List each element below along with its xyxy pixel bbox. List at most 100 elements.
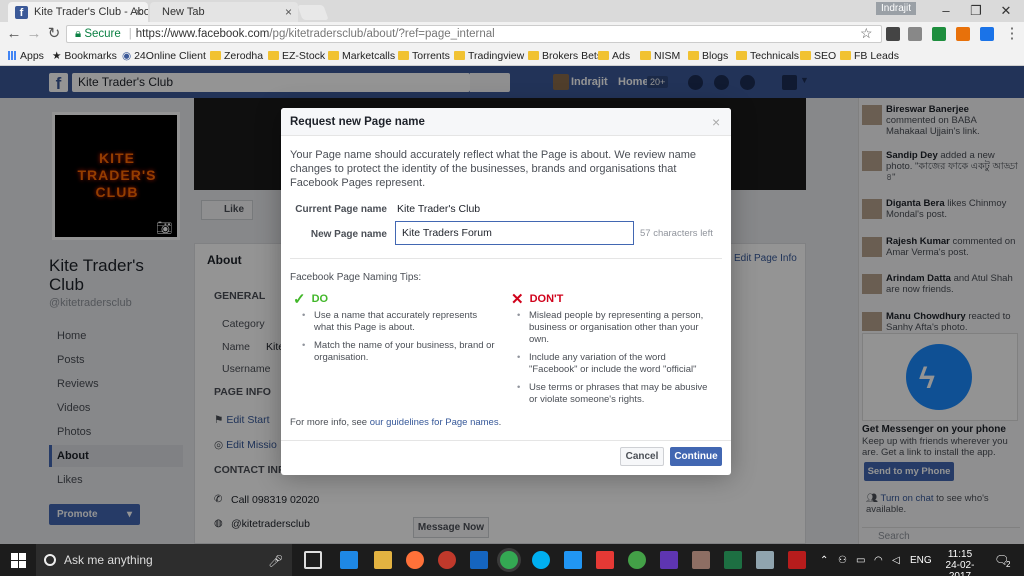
filezilla-icon[interactable] [788, 551, 806, 569]
skype-icon[interactable] [532, 551, 550, 569]
app-icon-blue[interactable] [564, 551, 582, 569]
more-info-text: For more info, see our guidelines for Pa… [290, 417, 502, 428]
close-window-icon[interactable]: ✕ [992, 1, 1020, 21]
extension-shield-icon[interactable] [932, 27, 946, 41]
dont-tip: Use terms or phrases that may be abusive… [516, 382, 714, 406]
do-tip: Match the name of your business, brand o… [301, 340, 499, 364]
extension-info-icon[interactable] [980, 27, 994, 41]
folder-icon [736, 51, 747, 60]
new-page-name-input[interactable] [395, 221, 634, 245]
notepad-icon[interactable] [756, 551, 774, 569]
facebook-favicon-icon: f [15, 6, 28, 19]
file-explorer-icon[interactable] [374, 551, 392, 569]
task-view-icon[interactable] [304, 551, 322, 569]
notification-count: 2 [1006, 560, 1011, 569]
guidelines-link[interactable]: our guidelines for Page names [370, 417, 499, 428]
wifi-icon[interactable]: ◠ [874, 555, 883, 566]
taskbar-clock[interactable]: 11:1524-02-2017 [938, 549, 982, 576]
bookmark-ads[interactable]: Ads [598, 50, 630, 62]
extension-chart-icon[interactable] [908, 27, 922, 41]
language-indicator[interactable]: ENG [910, 555, 932, 566]
star-icon: ★ [52, 50, 65, 62]
apps-grid-icon [8, 51, 17, 60]
volume-icon[interactable]: ◁ [892, 555, 900, 566]
new-name-label: New Page name [310, 229, 387, 240]
globe-icon: ◉ [122, 50, 135, 62]
dialog-intro: Your Page name should accurately reflect… [290, 149, 697, 189]
cross-icon: ✕ [511, 291, 524, 308]
restore-icon[interactable]: ❐ [962, 1, 990, 21]
browser-menu-icon[interactable]: ⋮ [1002, 24, 1022, 44]
folder-icon [398, 51, 409, 60]
bookmark-torrents[interactable]: Torrents [398, 50, 450, 62]
folder-icon [800, 51, 811, 60]
app-icon-triangle[interactable] [596, 551, 614, 569]
folder-icon [210, 51, 221, 60]
new-tab-button[interactable] [297, 5, 329, 20]
bookmark-apps[interactable]: Apps [8, 50, 44, 62]
app-icon-purple[interactable] [660, 551, 678, 569]
dont-tip: Mislead people by representing a person,… [516, 310, 714, 346]
tray-chevron-icon[interactable]: ⌃ [820, 555, 828, 566]
folder-icon [268, 51, 279, 60]
back-icon[interactable]: ← [4, 24, 24, 44]
edge-icon[interactable] [340, 551, 358, 569]
current-name-value: Kite Trader's Club [397, 203, 481, 215]
folder-icon [598, 51, 609, 60]
cortana-icon [44, 554, 56, 566]
checkmark-icon: ✓ [293, 291, 306, 308]
battery-icon[interactable]: ▭ [856, 555, 865, 566]
bookmark-blogs[interactable]: Blogs [688, 50, 728, 62]
characters-left: 57 characters left [640, 228, 713, 239]
folder-icon [528, 51, 539, 60]
bookmark-tradingview[interactable]: Tradingview [454, 50, 524, 62]
browser-tab-active[interactable]: f Kite Trader's Club - Abou × [8, 2, 148, 22]
tab-title: New Tab [162, 6, 205, 18]
bookmark-24online[interactable]: ◉ 24Online Client [122, 50, 206, 62]
bookmark-nism[interactable]: NISM [640, 50, 680, 62]
bookmark-ezstock[interactable]: EZ-Stock [268, 50, 325, 62]
excel-icon[interactable] [724, 551, 742, 569]
internet-explorer-icon[interactable] [470, 551, 488, 569]
taskbar-search-input[interactable]: Ask me anything [36, 544, 292, 576]
app-icon-green[interactable] [628, 551, 646, 569]
tray-people-icon[interactable]: ⚇ [838, 555, 847, 566]
folder-icon [454, 51, 465, 60]
bookmark-seo[interactable]: SEO [800, 50, 836, 62]
bookmark-fb-leads[interactable]: FB Leads [840, 50, 899, 62]
do-heading: ✓ DO [293, 291, 329, 308]
close-tab-icon[interactable]: × [285, 5, 292, 19]
dont-heading: ✕ DON'T [511, 291, 564, 308]
secure-label: Secure [84, 28, 121, 40]
close-tab-icon[interactable]: × [135, 5, 142, 19]
firefox-icon[interactable] [406, 551, 424, 569]
forward-icon[interactable]: → [24, 24, 44, 44]
close-icon[interactable]: × [712, 114, 720, 130]
minimize-icon[interactable]: – [932, 1, 960, 21]
bookmark-technicals[interactable]: Technicals [736, 50, 799, 62]
continue-button[interactable]: Continue [670, 447, 722, 466]
lock-icon: 🔒︎ [75, 28, 82, 40]
bookmark-marketcalls[interactable]: Marketcalls [328, 50, 395, 62]
cancel-button[interactable]: Cancel [620, 447, 664, 466]
bookmark-brokers-bets[interactable]: Brokers Bets [528, 50, 602, 62]
address-bar[interactable]: 🔒︎ Secure | https://www.facebook.com/pg/ki… [66, 25, 882, 43]
divider [290, 258, 722, 259]
windows-start-icon[interactable] [11, 553, 26, 568]
tips-heading: Facebook Page Naming Tips: [290, 272, 422, 283]
url-host: https://www.facebook.com [135, 28, 270, 40]
winrar-icon[interactable] [692, 551, 710, 569]
opera-icon[interactable] [438, 551, 456, 569]
browser-tab-newtab[interactable]: New Tab × [150, 2, 298, 22]
bookmark-bookmarks[interactable]: ★ Bookmarks [52, 50, 117, 62]
microphone-icon[interactable]: 🎤︎ [268, 554, 283, 568]
reload-icon[interactable]: ↻ [44, 24, 64, 44]
folder-icon [840, 51, 851, 60]
bookmark-star-icon[interactable]: ☆ [860, 25, 873, 42]
extension-gear-icon[interactable] [886, 27, 900, 41]
bookmark-zerodha[interactable]: Zerodha [210, 50, 263, 62]
extension-badge-icon[interactable] [956, 27, 970, 41]
dont-tip: Include any variation of the word "Faceb… [516, 352, 714, 376]
profile-button[interactable]: Indrajit [876, 2, 917, 15]
chrome-icon[interactable] [500, 551, 518, 569]
